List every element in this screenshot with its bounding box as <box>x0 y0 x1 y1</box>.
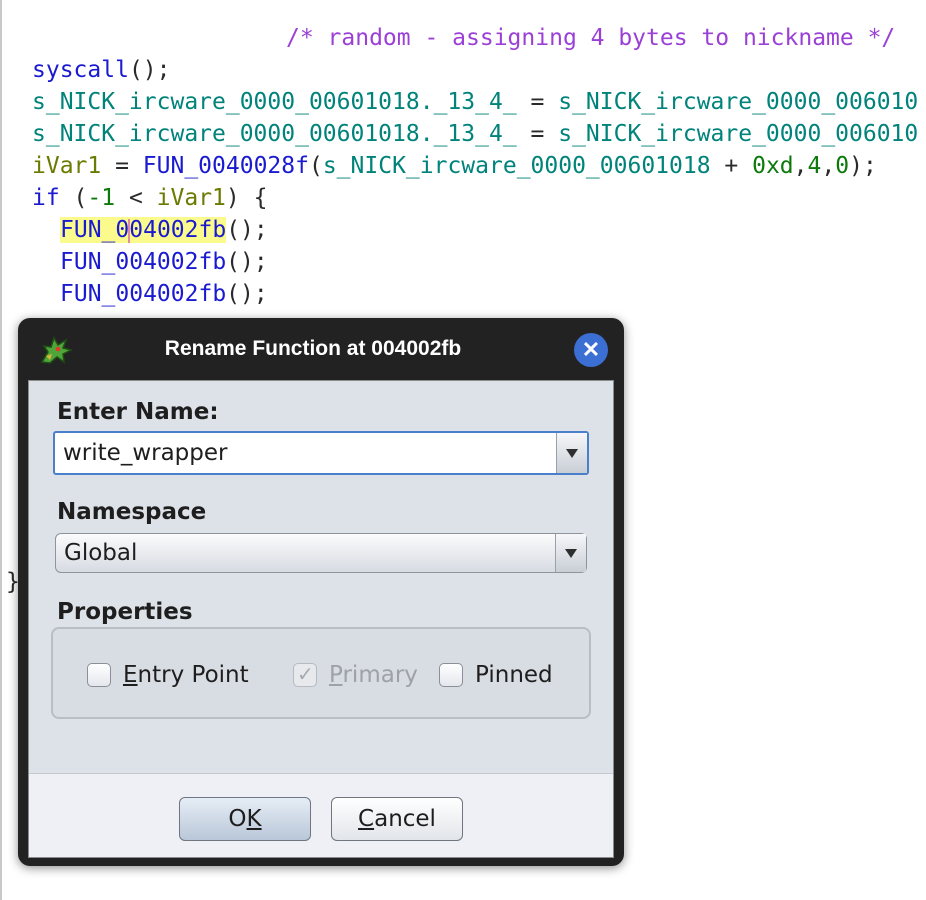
code-punct: , <box>821 153 836 179</box>
code-global[interactable]: s_NICK_ircware_0000_00601018 <box>32 121 420 147</box>
code-punct: ( <box>308 153 323 179</box>
code-punct: = <box>101 153 143 179</box>
code-call-part: FUN_0 <box>60 217 130 243</box>
code-comment: /* random - assigning 4 bytes to nicknam… <box>286 25 896 51</box>
code-call[interactable]: syscall <box>32 57 129 83</box>
code-line[interactable]: FUN_004002fb(); <box>60 246 268 278</box>
namespace-value: Global <box>64 540 138 566</box>
ok-button[interactable]: OK <box>179 797 311 841</box>
code-line[interactable]: FUN_004002fb(); <box>60 278 268 310</box>
cancel-button[interactable]: Cancel <box>331 797 463 841</box>
code-global[interactable]: s_NICK_ircware_0000_006010 <box>558 121 918 147</box>
dropdown-arrow-icon[interactable] <box>556 433 587 473</box>
checkbox-box[interactable] <box>87 663 111 687</box>
code-punct: (); <box>226 249 268 275</box>
code-line[interactable]: s_NICK_ircware_0000_00601018._13_4_ = s_… <box>32 86 918 118</box>
rename-function-dialog: Rename Function at 004002fb ✕ Enter Name… <box>18 318 624 866</box>
button-text: ancel <box>374 806 436 832</box>
code-call[interactable]: FUN_004002fb <box>60 281 226 307</box>
code-punct: , <box>793 153 808 179</box>
code-punct: (); <box>226 217 268 243</box>
code-punct: ) { <box>225 185 268 211</box>
code-call[interactable]: FUN_004002fb <box>60 249 226 275</box>
button-text: O <box>228 806 247 832</box>
code-punct: = <box>516 89 559 115</box>
properties-label: Properties <box>57 599 193 625</box>
code-line[interactable]: FUN_004002fb(); <box>60 214 268 246</box>
code-punct: = <box>516 121 559 147</box>
code-punct: ( <box>59 185 88 211</box>
code-keyword: if <box>32 185 60 211</box>
close-button[interactable]: ✕ <box>574 333 608 367</box>
code-line[interactable]: if (-1 < iVar1) { <box>32 182 267 214</box>
code-global[interactable]: s_NICK_ircware_0000_00601018 <box>32 89 420 115</box>
code-punct: (); <box>128 57 171 83</box>
checkbox-label: Primary <box>329 662 418 688</box>
label-text: ntry Point <box>137 662 249 688</box>
name-input[interactable]: write_wrapper <box>63 433 228 473</box>
code-line[interactable]: syscall(); <box>32 54 170 86</box>
code-field[interactable]: ._13_4_ <box>420 121 517 147</box>
code-number: 0xd <box>752 153 794 179</box>
button-label: OK <box>228 806 261 832</box>
code-global[interactable]: s_NICK_ircware_0000_00601018 <box>323 153 711 179</box>
mnemonic: E <box>123 662 138 688</box>
checkbox-box[interactable] <box>439 663 463 687</box>
pinned-checkbox[interactable]: Pinned <box>439 662 553 688</box>
dialog-content: Enter Name: write_wrapper Namespace Glob… <box>28 380 614 858</box>
code-line[interactable]: s_NICK_ircware_0000_00601018._13_4_ = s_… <box>32 118 918 150</box>
entry-point-checkbox[interactable]: Entry Point <box>87 662 249 688</box>
dialog-title: Rename Function at 004002fb <box>164 337 462 360</box>
code-punct: ); <box>849 153 877 179</box>
code-field[interactable]: ._13_4_ <box>420 89 517 115</box>
dialog-titlebar[interactable]: Rename Function at 004002fb ✕ <box>18 318 624 378</box>
mnemonic: C <box>358 806 375 832</box>
code-punct: (); <box>226 281 268 307</box>
code-punct: + <box>710 153 753 179</box>
ghidra-dragon-icon <box>40 336 74 364</box>
dropdown-arrow-icon[interactable] <box>555 534 586 572</box>
code-line[interactable]: iVar1 = FUN_0040028f(s_NICK_ircware_0000… <box>32 150 877 182</box>
code-number: 4 <box>807 153 822 179</box>
close-icon: ✕ <box>581 337 601 362</box>
button-label: Cancel <box>358 806 436 832</box>
code-variable[interactable]: iVar1 <box>157 185 226 211</box>
primary-checkbox: Primary <box>293 662 418 688</box>
name-combobox[interactable]: write_wrapper <box>53 431 589 475</box>
code-global[interactable]: s_NICK_ircware_0000_006010 <box>558 89 918 115</box>
mnemonic: K <box>246 806 262 832</box>
properties-group: Entry Point Primary Pinned <box>51 627 591 719</box>
label-text: rimary <box>342 662 418 688</box>
checkbox-box-checked <box>293 662 317 687</box>
name-label: Enter Name: <box>57 399 219 425</box>
checkbox-label: Pinned <box>475 662 553 688</box>
code-call-part: 04002fb <box>129 217 227 243</box>
code-variable[interactable]: iVar1 <box>32 153 101 179</box>
code-punct: < <box>115 185 157 211</box>
code-call[interactable]: FUN_0040028f <box>143 153 309 179</box>
checkbox-label: Entry Point <box>123 662 249 688</box>
code-line[interactable]: /* random - assigning 4 bytes to nicknam… <box>286 22 895 54</box>
code-number: 0 <box>835 153 850 179</box>
namespace-select[interactable]: Global <box>55 533 587 573</box>
dialog-panel: Enter Name: write_wrapper Namespace Glob… <box>29 381 613 774</box>
code-number: -1 <box>87 185 116 211</box>
code-call-selected[interactable]: FUN_004002fb <box>60 217 227 243</box>
namespace-label: Namespace <box>57 499 207 525</box>
mnemonic: P <box>329 662 343 688</box>
